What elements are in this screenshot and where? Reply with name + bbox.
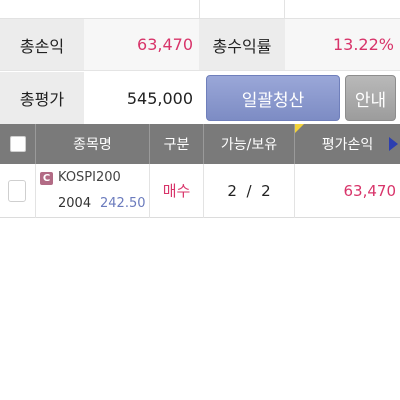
qty-text: 2 / 2 [204,182,294,200]
select-all-cell[interactable] [0,124,36,164]
product-name: KOSPI200 [58,170,121,185]
column-header-pl[interactable]: 평가손익 [295,124,400,164]
top-divider [284,0,285,18]
held-qty: 2 [261,182,271,200]
row-checkbox[interactable] [8,180,26,202]
row-select-cell[interactable] [0,164,36,218]
holdings-table-header: 종목명 구분 가능/보유 평가손익 [0,124,400,164]
top-divider [199,0,200,18]
trade-side: 매수 [162,182,191,200]
info-button[interactable]: 안내 [345,75,396,121]
eval-profit-loss: 63,470 [343,182,397,200]
side-cell: 매수 [150,164,204,218]
pl-cell: 63,470 [295,164,400,218]
column-header-side[interactable]: 구분 [150,124,204,164]
total-return-value: 13.22% [285,19,400,70]
c-badge-icon: C [40,172,53,185]
product-code: 2004 [58,196,92,211]
checkbox-icon[interactable] [9,136,26,152]
column-header-name[interactable]: 종목명 [36,124,150,164]
name-cell: C KOSPI200 2004 242.50 [36,164,150,218]
liquidate-all-button[interactable]: 일괄청산 [206,75,340,121]
summary-row-eval: 총평가 545,000 [0,72,400,124]
summary-row-profit: 총손익 63,470 총수익률 13.22% [0,19,400,71]
column-header-qty[interactable]: 가능/보유 [204,124,295,164]
total-profit-value: 63,470 [84,19,199,70]
total-eval-value: 545,000 [84,72,199,124]
qty-cell: 2 / 2 [204,164,295,218]
top-strip [0,0,400,18]
total-profit-label: 총손익 [0,19,84,70]
play-right-icon[interactable] [389,137,398,151]
product-price: 242.50 [100,196,146,211]
qty-separator: / [246,182,252,200]
total-return-label: 총수익률 [199,19,285,70]
column-header-pl-label: 평가손익 [321,137,374,153]
table-row[interactable]: C KOSPI200 2004 242.50 매수 2 / 2 63,470 [0,164,400,218]
available-qty: 2 [227,182,237,200]
triangle-flag-icon [295,124,304,133]
total-eval-label: 총평가 [0,72,84,124]
summary-panel: 총손익 63,470 총수익률 13.22% 총평가 545,000 일괄청산 … [0,18,400,124]
